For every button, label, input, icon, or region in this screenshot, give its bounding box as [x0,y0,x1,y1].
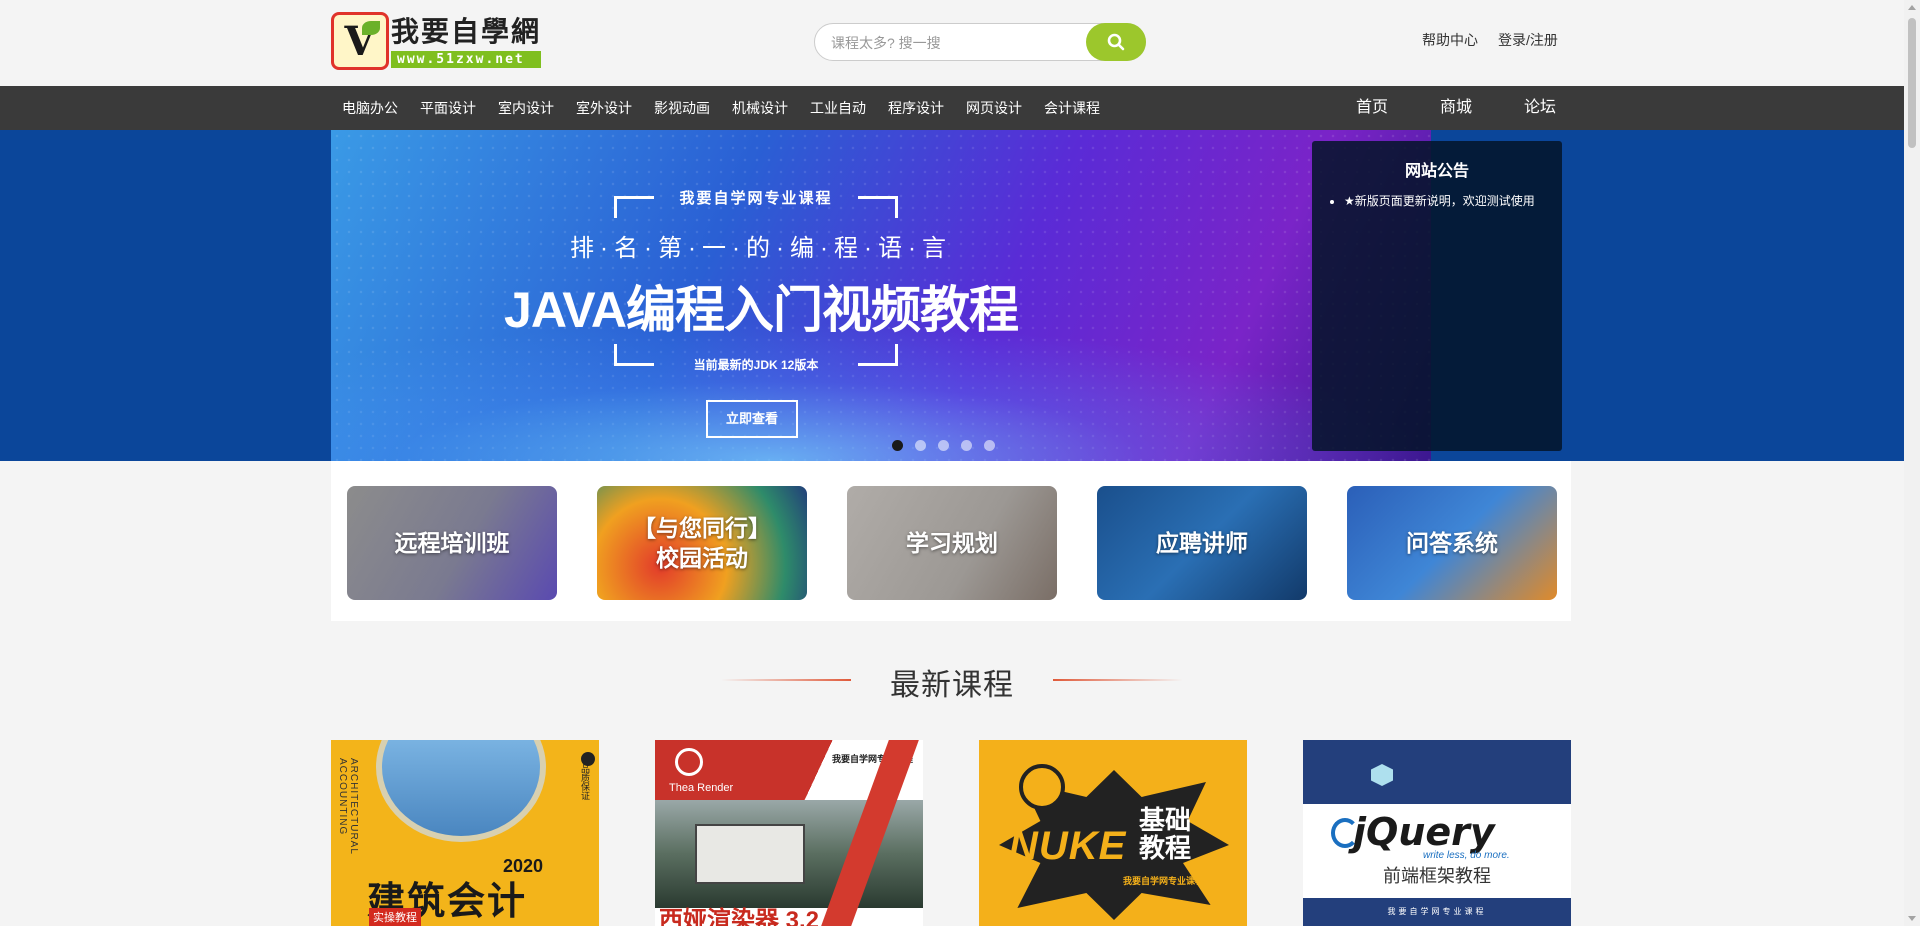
banner-title: JAVA编程入门视频教程 [504,282,1019,338]
search-box [814,23,1146,61]
logo-title: 我要自學網 [391,14,542,48]
notice-list: ★新版页面更新说明，欢迎测试使用 [1344,191,1562,211]
pager-dot-5[interactable] [984,440,995,451]
card-label: 学习规划 [906,530,998,556]
nav-item-office[interactable]: 电脑办公 [331,86,409,130]
card-label: 远程培训班 [394,530,510,556]
nav-item-programming[interactable]: 程序设计 [877,86,955,130]
nav-item-exterior-design[interactable]: 室外设计 [565,86,643,130]
card-qa-system[interactable]: 问答系统 [1347,486,1557,600]
course-title: NUKE [1009,824,1127,868]
notice-title: 网站公告 [1404,163,1469,180]
scrollbar-thumb[interactable] [1908,18,1916,148]
hero-banner: 我要自学网专业课程 排·名·第·一·的·编·程·语·言 JAVA编程入门视频教程… [0,130,1904,461]
banner-slide[interactable]: 我要自学网专业课程 排·名·第·一·的·编·程·语·言 JAVA编程入门视频教程… [331,130,1431,461]
banner-pager [892,440,995,451]
radiation-icon [1019,764,1065,810]
section-divider-right [1053,679,1183,681]
scroll-up-icon[interactable] [1908,5,1916,10]
card-apply-lecturer[interactable]: 应聘讲师 [1097,486,1307,600]
quick-links: 远程培训班 【与您同行】 校园活动 学习规划 应聘讲师 问答系统 [331,461,1571,621]
course-card-accounting[interactable]: ARCHITECTURAL ACCOUNTING 品质保证 2020 建筑会计 … [331,740,599,926]
site-notice-panel: 网站公告 ★新版页面更新说明，欢迎测试使用 [1312,141,1562,451]
nav-home[interactable]: 首页 [1330,86,1414,130]
nav-item-interior-design[interactable]: 室内设计 [487,86,565,130]
logo-mark-icon: V [331,12,389,70]
card-study-plan[interactable]: 学习规划 [847,486,1057,600]
card-label: 问答系统 [1406,530,1498,556]
banner-caption: 我要自学网专业课程 [679,190,833,207]
banner-footnote: 当前最新的JDK 12版本 [693,358,819,372]
card-label: 应聘讲师 [1156,530,1248,556]
login-register-link[interactable]: 登录/注册 [1498,30,1558,50]
pager-dot-1[interactable] [892,440,903,451]
course-title: jQuery [1353,810,1495,854]
site-logo[interactable]: V 我要自學網 www.51zxw.net [331,11,547,71]
nav-item-accounting[interactable]: 会计课程 [1033,86,1111,130]
section-title: 最新课程 [890,669,1014,702]
city-image [376,740,546,842]
page-scrollbar[interactable] [1904,0,1920,926]
card-campus-activity[interactable]: 【与您同行】 校园活动 [597,486,807,600]
nav-item-graphic-design[interactable]: 平面设计 [409,86,487,130]
course-subtitle: 前端框架教程 [1383,866,1491,886]
nav-item-mechanical[interactable]: 机械设计 [721,86,799,130]
banner-view-button[interactable]: 立即查看 [706,400,798,438]
search-button[interactable] [1086,23,1146,61]
nav-item-web-design[interactable]: 网页设计 [955,86,1033,130]
category-nav: 电脑办公 平面设计 室内设计 室外设计 影视动画 机械设计 工业自动 程序设计 … [331,86,1111,130]
nav-item-industrial[interactable]: 工业自动 [799,86,877,130]
course-card-thea-render[interactable]: Thea Render 我要自学网专业课程 西娅渲染器 3.2 [655,740,923,926]
main-nav: 电脑办公 平面设计 室内设计 室外设计 影视动画 机械设计 工业自动 程序设计 … [0,86,1904,130]
course-card-nuke[interactable]: NUKE 基础教程 我要自学网专业课程 [979,740,1247,926]
notice-item[interactable]: ★新版页面更新说明，欢迎测试使用 [1344,191,1562,211]
course-tag: 实操教程 [369,908,421,926]
pager-dot-3[interactable] [938,440,949,451]
logo-url: www.51zxw.net [391,50,542,68]
course-card-jquery[interactable]: jQuery write less, do more. 前端框架教程 我要自学网… [1303,740,1571,926]
top-links: 帮助中心 登录/注册 [1422,30,1558,50]
course-subtitle: 基础教程 [1139,805,1192,863]
card-label: 【与您同行】 校园活动 [633,515,771,571]
nav-item-animation[interactable]: 影视动画 [643,86,721,130]
site-header: V 我要自學網 www.51zxw.net 帮助中心 登录/注册 [0,0,1904,86]
section-heading: 最新课程 [0,660,1904,704]
pager-dot-4[interactable] [961,440,972,451]
scroll-down-icon[interactable] [1908,916,1916,921]
help-center-link[interactable]: 帮助中心 [1422,30,1478,50]
thea-logo-icon [675,748,703,776]
pager-dot-2[interactable] [915,440,926,451]
course-title: 西娅渲染器 3.2 [659,907,820,926]
search-input[interactable] [831,33,1061,53]
site-nav: 首页 商城 论坛 [1330,86,1582,130]
banner-subtitle: 排·名·第·一·的·编·程·语·言 [570,235,952,262]
hexagon-icon [1371,764,1393,786]
nav-forum[interactable]: 论坛 [1498,86,1582,130]
search-icon [1107,33,1125,51]
card-remote-training[interactable]: 远程培训班 [347,486,557,600]
nav-shop[interactable]: 商城 [1414,86,1498,130]
course-product: Thea Render [669,782,734,794]
